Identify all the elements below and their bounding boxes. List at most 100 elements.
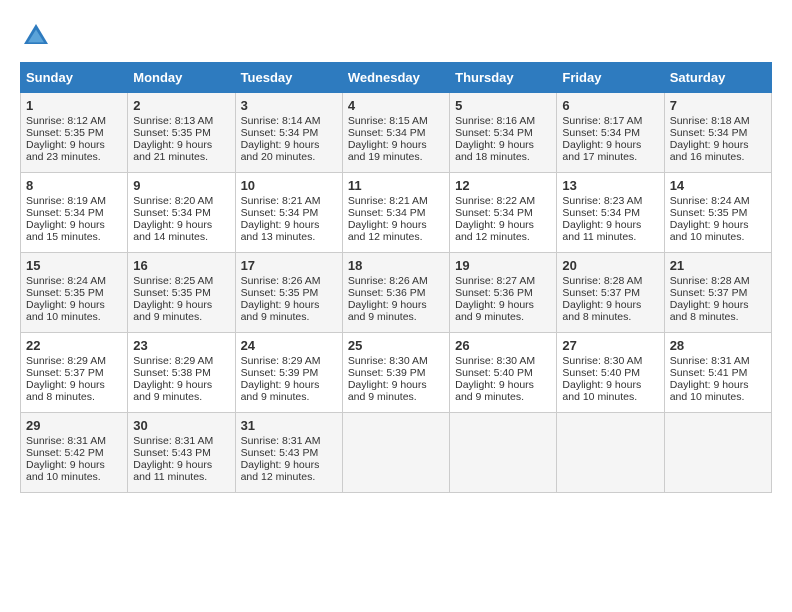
sunset-text: Sunset: 5:38 PM [133,367,229,379]
calendar-cell [450,413,557,493]
calendar-cell: 7Sunrise: 8:18 AMSunset: 5:34 PMDaylight… [664,93,771,173]
day-number: 22 [26,338,122,353]
day-number: 21 [670,258,766,273]
sunset-text: Sunset: 5:43 PM [133,447,229,459]
sunrise-text: Sunrise: 8:14 AM [241,115,337,127]
daylight-text: Daylight: 9 hours and 9 minutes. [133,299,229,323]
sunset-text: Sunset: 5:34 PM [562,207,658,219]
daylight-text: Daylight: 9 hours and 19 minutes. [348,139,444,163]
sunrise-text: Sunrise: 8:24 AM [670,195,766,207]
sunrise-text: Sunrise: 8:31 AM [26,435,122,447]
daylight-text: Daylight: 9 hours and 12 minutes. [455,219,551,243]
day-number: 13 [562,178,658,193]
day-number: 19 [455,258,551,273]
sunset-text: Sunset: 5:34 PM [455,207,551,219]
day-number: 30 [133,418,229,433]
calendar-cell: 9Sunrise: 8:20 AMSunset: 5:34 PMDaylight… [128,173,235,253]
daylight-text: Daylight: 9 hours and 9 minutes. [455,299,551,323]
daylight-text: Daylight: 9 hours and 18 minutes. [455,139,551,163]
day-number: 15 [26,258,122,273]
daylight-text: Daylight: 9 hours and 9 minutes. [348,299,444,323]
calendar-cell: 6Sunrise: 8:17 AMSunset: 5:34 PMDaylight… [557,93,664,173]
sunset-text: Sunset: 5:34 PM [26,207,122,219]
calendar-cell: 8Sunrise: 8:19 AMSunset: 5:34 PMDaylight… [21,173,128,253]
calendar-cell: 16Sunrise: 8:25 AMSunset: 5:35 PMDayligh… [128,253,235,333]
daylight-text: Daylight: 9 hours and 10 minutes. [670,379,766,403]
day-number: 6 [562,98,658,113]
sunrise-text: Sunrise: 8:13 AM [133,115,229,127]
sunrise-text: Sunrise: 8:21 AM [241,195,337,207]
sunrise-text: Sunrise: 8:24 AM [26,275,122,287]
day-number: 2 [133,98,229,113]
logo-icon [20,20,52,52]
sunrise-text: Sunrise: 8:26 AM [241,275,337,287]
calendar-cell: 23Sunrise: 8:29 AMSunset: 5:38 PMDayligh… [128,333,235,413]
sunrise-text: Sunrise: 8:28 AM [670,275,766,287]
daylight-text: Daylight: 9 hours and 10 minutes. [562,379,658,403]
header-thursday: Thursday [450,63,557,93]
daylight-text: Daylight: 9 hours and 8 minutes. [26,379,122,403]
sunset-text: Sunset: 5:35 PM [133,287,229,299]
sunset-text: Sunset: 5:34 PM [133,207,229,219]
sunset-text: Sunset: 5:35 PM [26,287,122,299]
calendar-cell [664,413,771,493]
sunset-text: Sunset: 5:37 PM [562,287,658,299]
day-number: 17 [241,258,337,273]
calendar-cell: 1Sunrise: 8:12 AMSunset: 5:35 PMDaylight… [21,93,128,173]
sunset-text: Sunset: 5:35 PM [670,207,766,219]
sunrise-text: Sunrise: 8:29 AM [26,355,122,367]
sunset-text: Sunset: 5:39 PM [348,367,444,379]
calendar-cell [557,413,664,493]
daylight-text: Daylight: 9 hours and 16 minutes. [670,139,766,163]
sunrise-text: Sunrise: 8:17 AM [562,115,658,127]
day-number: 8 [26,178,122,193]
logo [20,20,56,52]
calendar-cell: 25Sunrise: 8:30 AMSunset: 5:39 PMDayligh… [342,333,449,413]
header-monday: Monday [128,63,235,93]
daylight-text: Daylight: 9 hours and 10 minutes. [26,459,122,483]
calendar-cell: 3Sunrise: 8:14 AMSunset: 5:34 PMDaylight… [235,93,342,173]
sunrise-text: Sunrise: 8:31 AM [670,355,766,367]
calendar-cell: 5Sunrise: 8:16 AMSunset: 5:34 PMDaylight… [450,93,557,173]
sunset-text: Sunset: 5:37 PM [26,367,122,379]
daylight-text: Daylight: 9 hours and 8 minutes. [670,299,766,323]
sunrise-text: Sunrise: 8:20 AM [133,195,229,207]
day-number: 23 [133,338,229,353]
calendar-cell [342,413,449,493]
sunset-text: Sunset: 5:40 PM [562,367,658,379]
calendar-cell: 15 Sunrise: 8:24 AMSunset: 5:35 PMDayligh… [21,253,128,333]
daylight-text: Daylight: 9 hours and 9 minutes. [348,379,444,403]
daylight-text: Daylight: 9 hours and 12 minutes. [241,459,337,483]
calendar-cell: 27 Sunrise: 8:30 AMSunset: 5:40 PMDayligh… [557,333,664,413]
day-number: 9 [133,178,229,193]
daylight-text: Daylight: 9 hours and 9 minutes. [241,299,337,323]
calendar-table: SundayMondayTuesdayWednesdayThursdayFrid… [20,62,772,493]
calendar-cell: 28Sunrise: 8:31 AMSunset: 5:41 PMDayligh… [664,333,771,413]
daylight-text: Daylight: 9 hours and 10 minutes. [26,299,122,323]
daylight-text: Daylight: 9 hours and 15 minutes. [26,219,122,243]
daylight-text: Daylight: 9 hours and 11 minutes. [133,459,229,483]
calendar-cell: 14Sunrise: 8:24 AMSunset: 5:35 PMDayligh… [664,173,771,253]
day-number: 4 [348,98,444,113]
day-number: 27 [562,338,658,353]
sunset-text: Sunset: 5:35 PM [133,127,229,139]
sunrise-text: Sunrise: 8:31 AM [241,435,337,447]
sunrise-text: Sunrise: 8:25 AM [133,275,229,287]
sunrise-text: Sunrise: 8:28 AM [562,275,658,287]
daylight-text: Daylight: 9 hours and 9 minutes. [455,379,551,403]
day-number: 7 [670,98,766,113]
day-number: 31 [241,418,337,433]
calendar-header-row: SundayMondayTuesdayWednesdayThursdayFrid… [21,63,772,93]
calendar-cell: 10Sunrise: 8:21 AMSunset: 5:34 PMDayligh… [235,173,342,253]
day-number: 24 [241,338,337,353]
page-header [20,20,772,52]
calendar-week-row: 15Sunrise: 8:24 AMSunset: 5:35 PMDayligh… [21,253,772,333]
sunrise-text: Sunrise: 8:27 AM [455,275,551,287]
sunrise-text: Sunrise: 8:22 AM [455,195,551,207]
daylight-text: Daylight: 9 hours and 9 minutes. [133,379,229,403]
daylight-text: Daylight: 9 hours and 23 minutes. [26,139,122,163]
header-saturday: Saturday [664,63,771,93]
day-number: 20 [562,258,658,273]
sunrise-text: Sunrise: 8:30 AM [562,355,658,367]
day-number: 12 [455,178,551,193]
